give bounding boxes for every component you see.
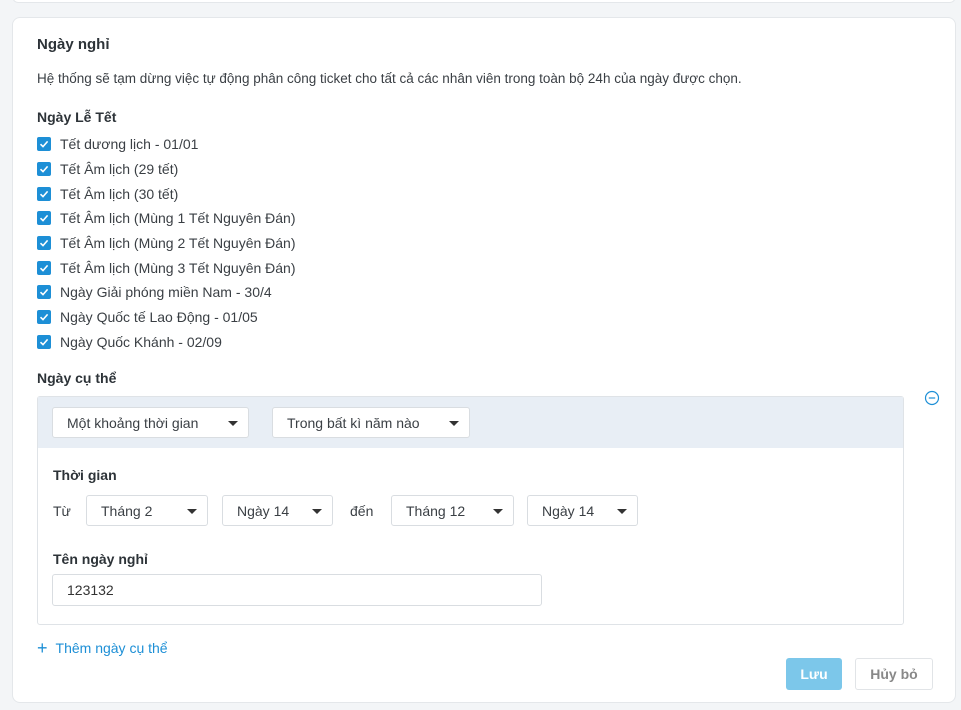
chevron-down-icon	[617, 509, 627, 514]
range-type-value: Một khoảng thời gian	[67, 414, 199, 431]
year-type-select[interactable]: Trong bất kì năm nào	[272, 407, 470, 438]
to-month-select[interactable]: Tháng 12	[391, 495, 514, 526]
checkbox-checked-icon[interactable]	[37, 236, 51, 251]
section-description: Hệ thống sẽ tạm dừng việc tự động phân c…	[37, 71, 742, 86]
chevron-down-icon	[228, 421, 238, 426]
checkbox-checked-icon[interactable]	[37, 137, 51, 152]
range-type-select[interactable]: Một khoảng thời gian	[52, 407, 249, 438]
holiday-item[interactable]: Ngày Quốc Khánh - 02/09	[37, 330, 296, 355]
holiday-label: Tết Âm lịch (29 tết)	[60, 161, 179, 178]
checkbox-checked-icon[interactable]	[37, 334, 51, 349]
holiday-item[interactable]: Tết dương lịch - 01/01	[37, 132, 296, 157]
checkbox-checked-icon[interactable]	[37, 211, 51, 226]
from-day-value: Ngày 14	[237, 502, 290, 519]
previous-card	[12, 0, 956, 3]
chevron-down-icon	[312, 509, 322, 514]
holiday-item[interactable]: Ngày Giải phóng miền Nam - 30/4	[37, 280, 296, 305]
holiday-label: Ngày Giải phóng miền Nam - 30/4	[60, 284, 272, 301]
holiday-item[interactable]: Tết Âm lịch (Mùng 1 Tết Nguyên Đán)	[37, 206, 296, 231]
specific-day-header: Một khoảng thời gian Trong bất kì năm nà…	[38, 397, 903, 448]
holiday-label: Ngày Quốc tế Lao Động - 01/05	[60, 309, 258, 326]
add-specific-day-link[interactable]: + Thêm ngày cụ thể	[37, 639, 168, 657]
holiday-label: Tết Âm lịch (Mùng 3 Tết Nguyên Đán)	[60, 259, 296, 276]
holiday-label: Ngày Quốc Khánh - 02/09	[60, 333, 222, 350]
to-label: đến	[350, 503, 374, 519]
save-button[interactable]: Lưu	[786, 658, 842, 690]
specific-days-label: Ngày cụ thể	[37, 370, 117, 386]
holiday-name-label: Tên ngày nghỉ	[53, 551, 148, 567]
to-day-value: Ngày 14	[542, 502, 595, 519]
holidays-card: Ngày nghỉ Hệ thống sẽ tạm dừng việc tự đ…	[12, 17, 956, 703]
holiday-name-input[interactable]: 123132	[52, 574, 542, 606]
checkbox-checked-icon[interactable]	[37, 285, 51, 300]
plus-icon: +	[37, 638, 48, 658]
holiday-item[interactable]: Tết Âm lịch (Mùng 3 Tết Nguyên Đán)	[37, 255, 296, 280]
time-label: Thời gian	[53, 467, 117, 483]
from-month-value: Tháng 2	[101, 502, 153, 519]
holiday-item[interactable]: Tết Âm lịch (Mùng 2 Tết Nguyên Đán)	[37, 231, 296, 256]
section-title: Ngày nghỉ	[37, 36, 110, 53]
from-label: Từ	[53, 503, 71, 519]
to-month-value: Tháng 12	[406, 502, 466, 519]
holiday-item[interactable]: Tết Âm lịch (30 tết)	[37, 181, 296, 206]
chevron-down-icon	[187, 509, 197, 514]
checkbox-checked-icon[interactable]	[37, 162, 51, 177]
chevron-down-icon	[493, 509, 503, 514]
to-day-select[interactable]: Ngày 14	[527, 495, 638, 526]
holiday-label: Tết Âm lịch (Mùng 1 Tết Nguyên Đán)	[60, 210, 296, 227]
holiday-label: Tết dương lịch - 01/01	[60, 136, 199, 153]
holiday-item[interactable]: Ngày Quốc tế Lao Động - 01/05	[37, 305, 296, 330]
from-month-select[interactable]: Tháng 2	[86, 495, 208, 526]
holiday-label: Tết Âm lịch (30 tết)	[60, 185, 179, 202]
chevron-down-icon	[449, 421, 459, 426]
from-day-select[interactable]: Ngày 14	[222, 495, 333, 526]
checkbox-checked-icon[interactable]	[37, 186, 51, 201]
checkbox-checked-icon[interactable]	[37, 260, 51, 275]
specific-day-panel: Một khoảng thời gian Trong bất kì năm nà…	[37, 396, 904, 625]
holiday-list: Tết dương lịch - 01/01 Tết Âm lịch (29 t…	[37, 132, 296, 354]
year-type-value: Trong bất kì năm nào	[287, 414, 420, 431]
minus-circle-icon[interactable]	[924, 390, 940, 406]
add-specific-day-label: Thêm ngày cụ thể	[55, 640, 168, 656]
checkbox-checked-icon[interactable]	[37, 310, 51, 325]
cancel-button[interactable]: Hủy bỏ	[855, 658, 933, 690]
holiday-item[interactable]: Tết Âm lịch (29 tết)	[37, 157, 296, 182]
holidays-label: Ngày Lễ Tết	[37, 109, 117, 125]
holiday-label: Tết Âm lịch (Mùng 2 Tết Nguyên Đán)	[60, 235, 296, 252]
